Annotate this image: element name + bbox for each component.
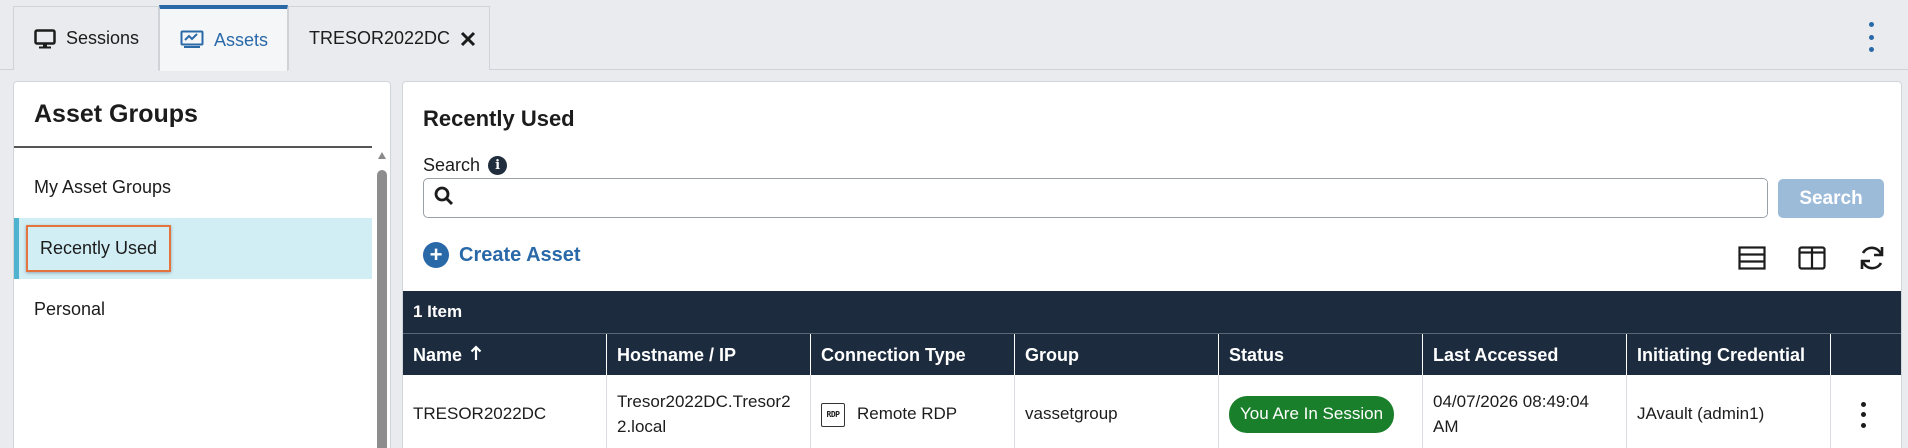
tab-assets-label: Assets	[214, 29, 269, 50]
table-row[interactable]: TRESOR2022DC Tresor2022DC.Tresor22.local…	[403, 375, 1901, 448]
split-view-icon[interactable]	[1796, 242, 1828, 274]
column-header-status[interactable]: Status	[1219, 334, 1423, 376]
more-options-icon[interactable]	[1866, 22, 1876, 52]
create-asset-button[interactable]: + Create Asset	[423, 242, 581, 268]
list-view-icon[interactable]	[1736, 242, 1768, 274]
scrollbar[interactable]	[375, 148, 389, 448]
column-header-name[interactable]: Name	[403, 334, 607, 376]
sidebar-item-label: Personal	[34, 299, 106, 319]
page-title: Recently Used	[423, 106, 575, 131]
cell-actions	[1831, 375, 1901, 448]
tab-tresor2022dc-label: TRESOR2022DC	[309, 28, 451, 48]
search-input[interactable]	[462, 181, 1767, 215]
assets-panel: Recently Used Search i Search + Create A…	[402, 81, 1902, 448]
rdp-icon: RDP	[821, 402, 845, 427]
assets-icon	[180, 30, 204, 50]
column-header-initiating-credential[interactable]: Initiating Credential	[1627, 334, 1831, 376]
tab-bar: Sessions Assets TRESOR2022DC	[0, 0, 1908, 71]
column-header-actions	[1831, 334, 1901, 376]
cell-initiating-credential: JAvault (admin1)	[1627, 375, 1831, 448]
item-count: 1 Item	[403, 291, 1901, 333]
cell-name: TRESOR2022DC	[403, 375, 607, 448]
sidebar-item-recently-used[interactable]: Recently Used	[14, 218, 372, 279]
cell-connection-type: RDP Remote RDP	[811, 375, 1015, 448]
close-icon[interactable]	[460, 31, 476, 47]
monitor-icon	[34, 28, 56, 49]
tab-assets[interactable]: Assets	[159, 5, 288, 71]
search-button[interactable]: Search	[1778, 179, 1884, 218]
column-header-connection-type[interactable]: Connection Type	[811, 334, 1015, 376]
plus-circle-icon: +	[423, 242, 449, 268]
refresh-icon[interactable]	[1856, 242, 1888, 274]
cell-hostname: Tresor2022DC.Tresor22.local	[607, 375, 811, 448]
cell-last-accessed: 04/07/2026 08:49:04 AM	[1423, 375, 1627, 448]
sort-ascending-icon	[470, 344, 482, 366]
column-header-label: Name	[413, 344, 463, 365]
sidebar-item-label: Recently Used	[26, 225, 172, 272]
sidebar-item-personal[interactable]: Personal	[14, 279, 372, 340]
search-label-row: Search i	[423, 155, 508, 176]
asset-groups-panel: Asset Groups My Asset Groups Recently Us…	[13, 81, 391, 448]
tab-sessions[interactable]: Sessions	[13, 6, 159, 70]
divider	[14, 146, 372, 148]
cell-group: vassetgroup	[1015, 375, 1219, 448]
search-field[interactable]	[423, 178, 1768, 218]
status-badge: You Are In Session	[1229, 396, 1395, 433]
tab-tresor2022dc[interactable]: TRESOR2022DC	[288, 6, 490, 70]
info-icon[interactable]: i	[488, 156, 508, 175]
scroll-thumb[interactable]	[377, 170, 387, 448]
sidebar-item-label: My Asset Groups	[34, 177, 172, 197]
hostname-text: Tresor2022DC.Tresor22.local	[617, 391, 791, 436]
table-header: Name Hostname / IP Connection Type Group…	[403, 333, 1901, 376]
scroll-up-icon[interactable]	[378, 152, 386, 159]
row-actions-icon[interactable]	[1858, 401, 1868, 428]
cell-status: You Are In Session	[1219, 375, 1423, 448]
search-label: Search	[423, 155, 481, 175]
tab-sessions-label: Sessions	[66, 28, 140, 48]
sidebar-item-my-asset-groups[interactable]: My Asset Groups	[14, 157, 372, 218]
column-header-group[interactable]: Group	[1015, 334, 1219, 376]
assets-table: 1 Item Name Hostname / IP Connection Typ…	[403, 291, 1901, 448]
column-header-last-accessed[interactable]: Last Accessed	[1423, 334, 1627, 376]
search-icon	[434, 186, 454, 211]
column-header-hostname[interactable]: Hostname / IP	[607, 334, 811, 376]
connection-type-text: Remote RDP	[857, 404, 958, 424]
asset-groups-title: Asset Groups	[34, 100, 198, 128]
create-asset-label: Create Asset	[459, 243, 581, 266]
